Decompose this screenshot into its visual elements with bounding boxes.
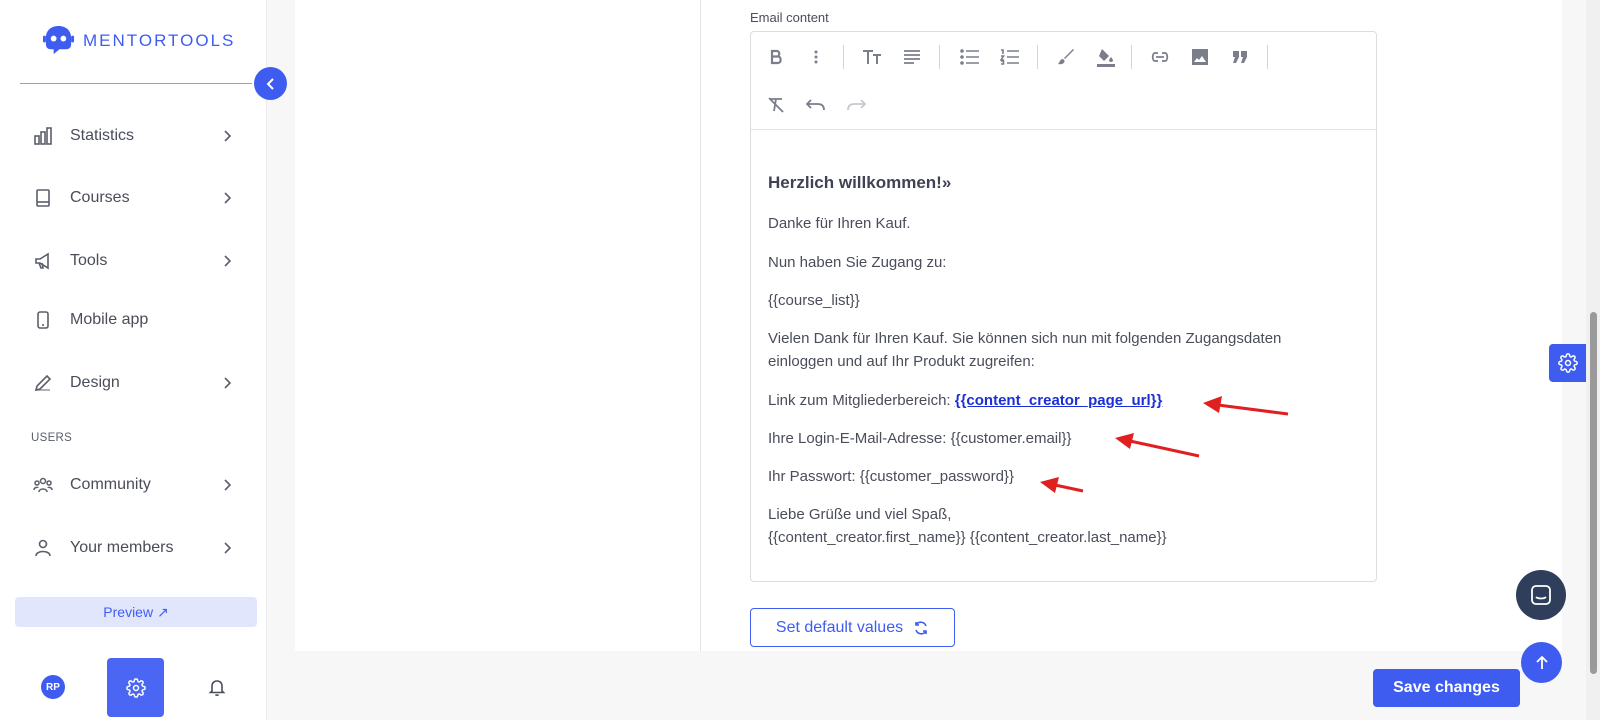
text-size-button[interactable] — [859, 44, 885, 70]
settings-tab[interactable] — [107, 658, 164, 717]
scroll-to-top-button[interactable] — [1521, 642, 1562, 683]
chevron-left-icon — [266, 77, 274, 90]
sidebar-item-label: Mobile app — [70, 311, 149, 328]
email-line: {{course_list}} — [768, 292, 860, 309]
fill-color-button[interactable] — [1093, 44, 1119, 70]
more-vertical-icon — [814, 50, 818, 64]
clear-format-icon — [768, 97, 784, 113]
panel-divider — [700, 0, 701, 651]
sidebar-item-mobile-app[interactable]: Mobile app — [20, 300, 252, 340]
editor-toolbar — [751, 32, 1376, 130]
chevron-right-icon — [224, 377, 232, 389]
email-line: Danke für Ihren Kauf. — [768, 215, 911, 232]
fill-color-icon — [1097, 49, 1115, 67]
link-button[interactable] — [1147, 44, 1173, 70]
numbered-list-button[interactable] — [997, 44, 1023, 70]
sidebar-item-label: Courses — [70, 189, 130, 206]
save-changes-button[interactable]: Save changes — [1373, 669, 1520, 707]
bold-icon — [770, 49, 782, 65]
email-link-prefix: Link zum Mitgliederbereich: — [768, 392, 955, 409]
brush-icon — [1058, 49, 1074, 65]
brush-button[interactable] — [1053, 44, 1079, 70]
email-line: Ihre Login-E-Mail-Adresse: {{customer.em… — [768, 430, 1072, 447]
email-line: Ihr Passwort: {{customer_password}} — [768, 468, 1014, 485]
user-icon — [35, 539, 51, 557]
chevron-right-icon — [224, 130, 232, 142]
email-line: einloggen und auf Ihr Produkt zugreifen: — [768, 353, 1035, 370]
smartphone-icon — [37, 311, 49, 329]
image-button[interactable] — [1187, 44, 1213, 70]
sidebar-item-community[interactable]: Community — [20, 465, 252, 505]
sidebar-item-label: Design — [70, 374, 120, 391]
email-content-label: Email content — [750, 10, 829, 25]
sidebar-item-courses[interactable]: Courses — [20, 178, 252, 218]
email-link-line: Link zum Mitgliederbereich: {{content_cr… — [768, 389, 1162, 412]
undo-button[interactable] — [803, 92, 829, 118]
align-button[interactable] — [899, 44, 925, 70]
sidebar-divider — [20, 83, 252, 84]
pencil-icon — [34, 374, 52, 392]
arrow-up-icon — [1535, 655, 1548, 669]
undo-icon — [806, 99, 825, 111]
sidebar-item-label: Community — [70, 476, 151, 493]
align-icon — [904, 50, 920, 64]
redo-icon — [847, 99, 866, 111]
link-icon — [1151, 52, 1169, 62]
bar-chart-icon — [34, 127, 52, 145]
chevron-right-icon — [224, 542, 232, 554]
bold-button[interactable] — [763, 44, 789, 70]
preview-button[interactable]: Preview ↗ — [15, 597, 257, 627]
bullet-list-button[interactable] — [957, 44, 983, 70]
sidebar-item-label: Statistics — [70, 127, 135, 144]
email-line: {{content_creator.first_name}} {{content… — [768, 529, 1167, 546]
people-icon — [33, 477, 53, 493]
avatar[interactable]: RP — [41, 675, 65, 699]
page-scrollbar[interactable] — [1586, 0, 1600, 720]
text-size-icon — [863, 50, 881, 64]
gear-icon — [125, 677, 146, 698]
collapse-sidebar-button[interactable] — [254, 67, 287, 100]
chevron-right-icon — [224, 255, 232, 267]
member-area-link[interactable]: {{content_creator_page_url}} — [955, 392, 1163, 409]
sidebar-item-design[interactable]: Design — [20, 363, 252, 403]
numbered-list-icon — [1000, 49, 1019, 65]
sidebar-item-statistics[interactable]: Statistics — [20, 116, 252, 156]
users-section-label: USERS — [31, 432, 73, 444]
bell-icon[interactable] — [207, 677, 227, 697]
redo-button[interactable] — [843, 92, 869, 118]
megaphone-icon — [35, 252, 49, 270]
email-heading: Herzlich willkommen!» — [768, 173, 952, 192]
sidebar: MENTORTOOLS Statistics Courses Tools Mob… — [0, 0, 267, 720]
brand-name: MENTORTOOLS — [83, 30, 236, 50]
chat-button[interactable] — [1516, 570, 1566, 620]
clear-format-button[interactable] — [763, 92, 789, 118]
set-default-values-button[interactable]: Set default values — [750, 608, 955, 647]
chat-icon — [1531, 585, 1551, 605]
sidebar-item-label: Tools — [70, 252, 108, 269]
floating-settings-button[interactable] — [1549, 344, 1587, 382]
gear-icon — [1558, 353, 1578, 373]
scrollbar-thumb[interactable] — [1590, 312, 1597, 674]
bullet-list-icon — [960, 49, 979, 65]
chevron-right-icon — [224, 479, 232, 491]
book-icon — [36, 189, 50, 207]
email-line: Vielen Dank für Ihren Kauf. Sie können s… — [768, 330, 1282, 347]
quote-button[interactable] — [1227, 44, 1253, 70]
sidebar-item-your-members[interactable]: Your members — [20, 528, 252, 568]
more-options-button[interactable] — [803, 44, 829, 70]
set-default-values-label: Set default values — [775, 618, 904, 636]
email-line: Liebe Grüße und viel Spaß, — [768, 506, 952, 523]
image-icon — [1192, 49, 1208, 65]
brand-logo[interactable]: MENTORTOOLS — [42, 24, 235, 57]
email-line: Nun haben Sie Zugang zu: — [768, 254, 947, 271]
chevron-right-icon — [224, 192, 232, 204]
robot-logo-icon — [42, 25, 75, 55]
sidebar-item-tools[interactable]: Tools — [20, 241, 252, 281]
sidebar-item-label: Your members — [70, 539, 174, 556]
quote-icon — [1233, 51, 1247, 63]
refresh-icon — [915, 620, 927, 635]
email-content-editor[interactable]: Herzlich willkommen!» Danke für Ihren Ka… — [750, 31, 1377, 582]
